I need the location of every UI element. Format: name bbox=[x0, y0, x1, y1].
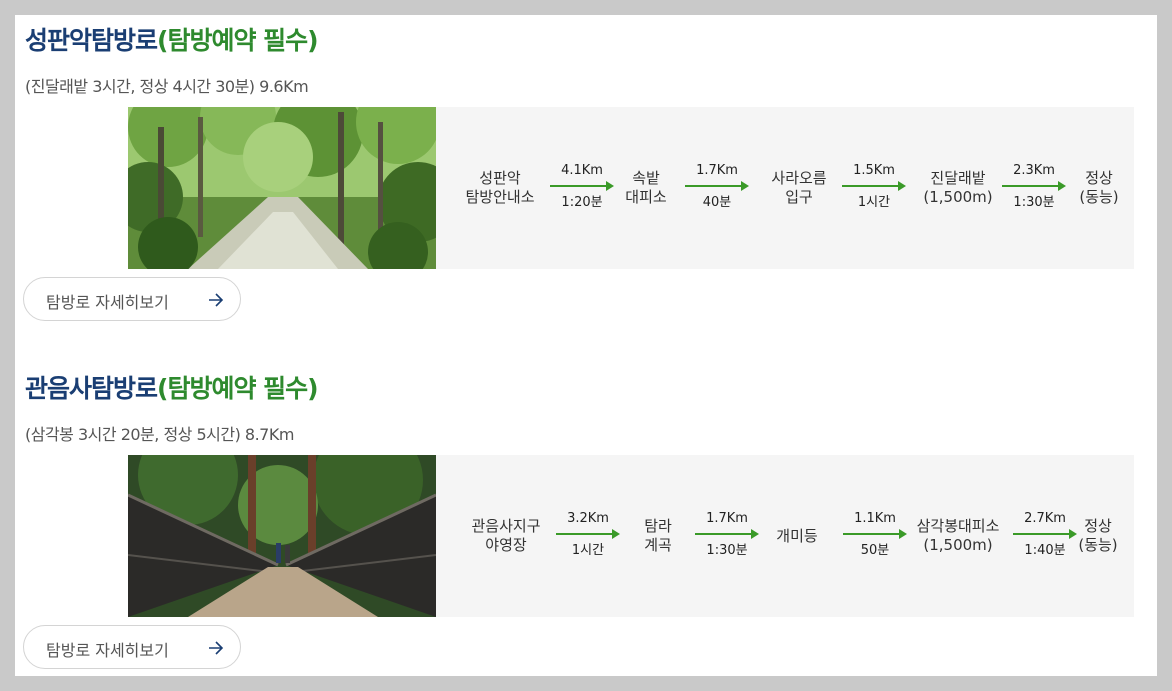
stop-detail: 탐방안내소 bbox=[465, 188, 535, 206]
stop-detail: (동능) bbox=[1079, 188, 1119, 206]
stop-name: 성판악 bbox=[479, 169, 521, 187]
leg-distance: 4.1Km bbox=[561, 163, 603, 178]
course-title: 성판악탐방로(탐방예약 필수) bbox=[25, 21, 319, 57]
stop-detail: 계곡 bbox=[644, 536, 672, 554]
arrow-right-icon bbox=[1013, 529, 1077, 539]
arrow-right-icon bbox=[208, 640, 224, 659]
leg-distance: 2.3Km bbox=[1013, 163, 1055, 178]
button-label: 탐방로 자세히보기 bbox=[46, 641, 169, 660]
stop-detail: 대피소 bbox=[625, 188, 667, 206]
stop-name: 개미등 bbox=[776, 527, 818, 545]
arrow-right-icon bbox=[1002, 181, 1066, 191]
stop-name: 진달래밭 bbox=[930, 169, 986, 187]
route-leg: 1.5Km 1시간 bbox=[842, 163, 906, 223]
route-leg: 1.1Km 50분 bbox=[843, 511, 907, 571]
leg-distance: 2.7Km bbox=[1024, 511, 1066, 526]
route-leg: 4.1Km 1:20분 bbox=[550, 163, 614, 223]
route-stop: 삼각봉대피소 (1,500m) bbox=[917, 517, 1000, 555]
course-title: 관음사탐방로(탐방예약 필수) bbox=[25, 369, 319, 405]
route-stop: 속밭 대피소 bbox=[625, 169, 666, 207]
stop-detail: 입구 bbox=[785, 188, 813, 206]
suspension-bridge-photo bbox=[128, 455, 436, 617]
route-diagram: 관음사지구 야영장 3.2Km 1시간 탐라 계곡 1.7Km 1:30분 개미… bbox=[436, 455, 1134, 617]
leg-time: 1시간 bbox=[857, 195, 891, 210]
route-stop: 진달래밭 (1,500m) bbox=[923, 169, 992, 207]
leg-distance: 1.1Km bbox=[854, 511, 896, 526]
arrow-right-icon bbox=[685, 181, 749, 191]
arrow-right-icon bbox=[842, 181, 906, 191]
leg-time: 1:20분 bbox=[561, 195, 603, 210]
route-stop: 탐라 계곡 bbox=[644, 517, 672, 555]
leg-time: 1시간 bbox=[571, 543, 605, 558]
route-stop: 성판악 탐방안내소 bbox=[465, 169, 534, 207]
button-label: 탐방로 자세히보기 bbox=[46, 293, 169, 312]
leg-time: 1:30분 bbox=[1013, 195, 1055, 210]
route-stop: 관음사지구 야영장 bbox=[471, 517, 540, 555]
route-diagram: 성판악 탐방안내소 4.1Km 1:20분 속밭 대피소 1.7Km 40분 사… bbox=[436, 107, 1134, 269]
route-stop: 정상 (동능) bbox=[1078, 517, 1117, 555]
arrow-right-icon bbox=[695, 529, 759, 539]
route-leg: 2.3Km 1:30분 bbox=[1002, 163, 1066, 223]
leg-time: 50분 bbox=[860, 543, 890, 558]
stop-name: 탐라 bbox=[644, 517, 672, 535]
reservation-tag: (탐방예약 필수) bbox=[157, 26, 319, 55]
leg-time: 1:30분 bbox=[706, 543, 748, 558]
trail-detail-button[interactable]: 탐방로 자세히보기 bbox=[23, 277, 241, 321]
trail-panel: 성판악탐방로(탐방예약 필수) (진달래밭 3시간, 정상 4시간 30분) 9… bbox=[15, 15, 1157, 676]
route-stop: 사라오름 입구 bbox=[771, 169, 826, 207]
stop-detail: (1,500m) bbox=[923, 536, 993, 554]
leg-distance: 1.7Km bbox=[696, 163, 738, 178]
route-leg: 1.7Km 40분 bbox=[685, 163, 749, 223]
stop-name: 사라오름 bbox=[771, 169, 827, 187]
course-name: 성판악탐방로 bbox=[25, 26, 158, 55]
route-leg: 1.7Km 1:30분 bbox=[695, 511, 759, 571]
stop-name: 정상 bbox=[1085, 169, 1113, 187]
stop-name: 삼각봉대피소 bbox=[916, 517, 1000, 535]
stop-detail: (동능) bbox=[1078, 536, 1118, 554]
leg-time: 1:40분 bbox=[1024, 543, 1066, 558]
arrow-right-icon bbox=[843, 529, 907, 539]
leg-distance: 3.2Km bbox=[567, 511, 609, 526]
route-leg: 3.2Km 1시간 bbox=[556, 511, 620, 571]
trail-detail-button[interactable]: 탐방로 자세히보기 bbox=[23, 625, 241, 669]
reservation-tag: (탐방예약 필수) bbox=[157, 374, 319, 403]
leg-time: 40분 bbox=[702, 195, 732, 210]
course-summary: (진달래밭 3시간, 정상 4시간 30분) 9.6Km bbox=[25, 77, 309, 96]
leg-distance: 1.7Km bbox=[706, 511, 748, 526]
stop-name: 정상 bbox=[1084, 517, 1112, 535]
stop-name: 속밭 bbox=[632, 169, 660, 187]
route-stop: 정상 (동능) bbox=[1079, 169, 1118, 207]
course-name: 관음사탐방로 bbox=[25, 374, 158, 403]
arrow-right-icon bbox=[208, 292, 224, 311]
route-stop: 개미등 bbox=[776, 527, 817, 546]
route-leg: 2.7Km 1:40분 bbox=[1013, 511, 1077, 571]
stop-detail: 야영장 bbox=[485, 536, 527, 554]
leg-distance: 1.5Km bbox=[853, 163, 895, 178]
arrow-right-icon bbox=[556, 529, 620, 539]
stop-detail: (1,500m) bbox=[923, 188, 993, 206]
forest-trail-photo bbox=[128, 107, 436, 269]
arrow-right-icon bbox=[550, 181, 614, 191]
course-summary: (삼각봉 3시간 20분, 정상 5시간) 8.7Km bbox=[25, 425, 294, 444]
stop-name: 관음사지구 bbox=[471, 517, 541, 535]
